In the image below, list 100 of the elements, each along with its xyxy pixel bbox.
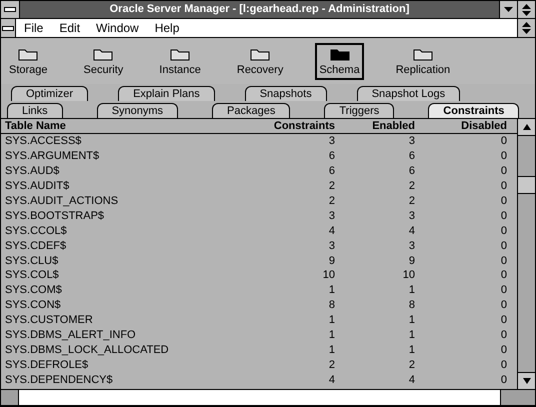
tab[interactable]: Snapshot Logs <box>356 86 460 101</box>
tab[interactable]: Optimizer <box>11 86 88 101</box>
scroll-up-button[interactable] <box>518 119 535 136</box>
table-cell-text: 4 <box>408 374 415 386</box>
horizontal-scrollbar[interactable] <box>19 390 500 405</box>
table-cell-text: 1 <box>408 284 415 296</box>
tab[interactable]: Snapshots <box>244 86 327 101</box>
table-cell-text: 3 <box>328 210 335 222</box>
toolbar-button[interactable]: Schema <box>315 42 364 80</box>
tab[interactable]: Synonyms <box>96 103 178 118</box>
table-cell-text: 0 <box>500 135 507 148</box>
table-cell-text: 0 <box>500 284 507 296</box>
toolbar-button[interactable]: Replication <box>392 42 454 80</box>
table-cell-text: 10 <box>322 269 335 282</box>
table-cell-text: 2 <box>408 358 415 371</box>
column-header[interactable]: Enabled <box>335 120 415 132</box>
table-cell-text: 2 <box>328 358 335 371</box>
table-cell-text: 2 <box>408 180 415 192</box>
table-cell-text: SYS.AUD$ <box>5 165 60 178</box>
tab[interactable]: Links <box>7 103 63 118</box>
table-cell-text: SYS.AUDIT$ <box>5 180 70 192</box>
scroll-right-button[interactable] <box>500 390 535 405</box>
table-cell-text: 10 <box>402 269 415 282</box>
table-cell-text: 4 <box>328 374 335 386</box>
minimize-button[interactable] <box>499 1 517 18</box>
column-header[interactable]: Disabled <box>415 120 507 132</box>
table-cell-text: SYS.DEFROLE$ <box>5 358 90 371</box>
table-cell-text: 8 <box>408 299 415 312</box>
folder-icon <box>170 46 190 60</box>
tab[interactable]: Packages <box>212 103 290 118</box>
table-cell-text: SYS.AUDIT_ACTIONS <box>5 195 120 207</box>
table-cell-text: 3 <box>328 135 335 148</box>
toolbar-button[interactable]: Storage <box>5 42 52 80</box>
scroll-thumb[interactable] <box>518 176 535 194</box>
table-cell-text: 0 <box>500 314 507 326</box>
scroll-down-button[interactable] <box>518 372 535 389</box>
table-cell-text: 1 <box>408 329 415 342</box>
table-cell-text: 0 <box>500 358 507 371</box>
menu-item[interactable]: File <box>16 21 52 35</box>
table-cell-text: 4 <box>328 224 335 237</box>
table-cell-text: 3 <box>408 240 415 252</box>
table-cell-text: 9 <box>328 254 335 267</box>
menu-item[interactable]: Edit <box>51 21 88 35</box>
table-cell-text: 0 <box>500 165 507 178</box>
table-cell-text: 0 <box>500 150 507 162</box>
table-cell-text: SYS.CLU$ <box>5 254 60 267</box>
table-cell-text: 8 <box>328 299 335 312</box>
tab[interactable]: Constraints <box>428 103 520 118</box>
column-header[interactable]: Constraints <box>235 120 335 132</box>
table-cell-text: SYS.CDEF$ <box>5 240 68 252</box>
menu-item[interactable]: Help <box>146 21 188 35</box>
folder-icon <box>93 46 114 60</box>
up-down-triangles-icon <box>522 22 531 34</box>
table-cell-text: 3 <box>408 135 415 148</box>
system-menu-icon[interactable] <box>1 1 20 18</box>
folder-icon <box>330 46 350 60</box>
scroll-left-button[interactable] <box>1 390 19 405</box>
table-cell-text: 6 <box>408 165 415 178</box>
table-cell-text: SYS.COM$ <box>5 284 63 296</box>
toolbar-button[interactable]: Instance <box>155 42 205 80</box>
restore-button[interactable] <box>517 19 535 37</box>
toolbar-button[interactable]: Security <box>80 42 128 80</box>
table-cell-text: SYS.BOOTSTRAP$ <box>5 210 106 222</box>
table-cell-text: 0 <box>500 254 507 267</box>
table-cell-text: SYS.DEPENDENCY$ <box>5 374 114 386</box>
table-cell-text: SYS.COL$ <box>5 269 60 282</box>
table-cell-text: 6 <box>328 165 335 178</box>
table-cell-text: 0 <box>500 224 507 237</box>
table-cell-text: 1 <box>328 344 335 356</box>
table-cell-text: 6 <box>408 150 415 162</box>
table-cell-text: SYS.ACCESS$ <box>5 135 82 148</box>
vertical-scrollbar[interactable] <box>517 119 535 389</box>
table-cell-text: 0 <box>500 195 507 207</box>
table-cell-text: 0 <box>500 269 507 282</box>
table-cell-text: 0 <box>500 329 507 342</box>
table-cell-text: 2 <box>408 195 415 207</box>
table-cell-text: 1 <box>408 344 415 356</box>
table-cell-text: 6 <box>328 150 335 162</box>
table-cell-text: 1 <box>328 284 335 296</box>
table-cell-text: SYS.DBMS_ALERT_INFO <box>5 329 137 342</box>
column-header[interactable]: Table Name <box>5 120 235 132</box>
toolbar-button[interactable]: Recovery <box>232 42 288 80</box>
table-cell-text: 1 <box>328 314 335 326</box>
menu-item[interactable]: Window <box>88 21 147 35</box>
table-cell-text: SYS.ARGUMENT$ <box>5 150 100 162</box>
table-cell-text: 3 <box>408 210 415 222</box>
table-cell-text: 0 <box>500 299 507 312</box>
table-cell-text: 0 <box>500 374 507 386</box>
table-cell-text: SYS.CUSTOMER <box>5 314 94 326</box>
table-cell-text: 1 <box>408 314 415 326</box>
document-menu-icon[interactable] <box>1 19 16 37</box>
table-cell-text: 4 <box>408 224 415 237</box>
table-cell-text: 2 <box>328 195 335 207</box>
table-cell-text: SYS.CON$ <box>5 299 62 312</box>
table-cell-text: 0 <box>500 240 507 252</box>
window-title: Oracle Server Manager - [l:gearhead.rep - Administration] <box>108 2 410 17</box>
tab[interactable]: Triggers <box>324 103 394 118</box>
up-down-triangles-icon <box>522 4 531 16</box>
tab[interactable]: Explain Plans <box>118 86 215 101</box>
restore-button[interactable] <box>517 1 535 18</box>
